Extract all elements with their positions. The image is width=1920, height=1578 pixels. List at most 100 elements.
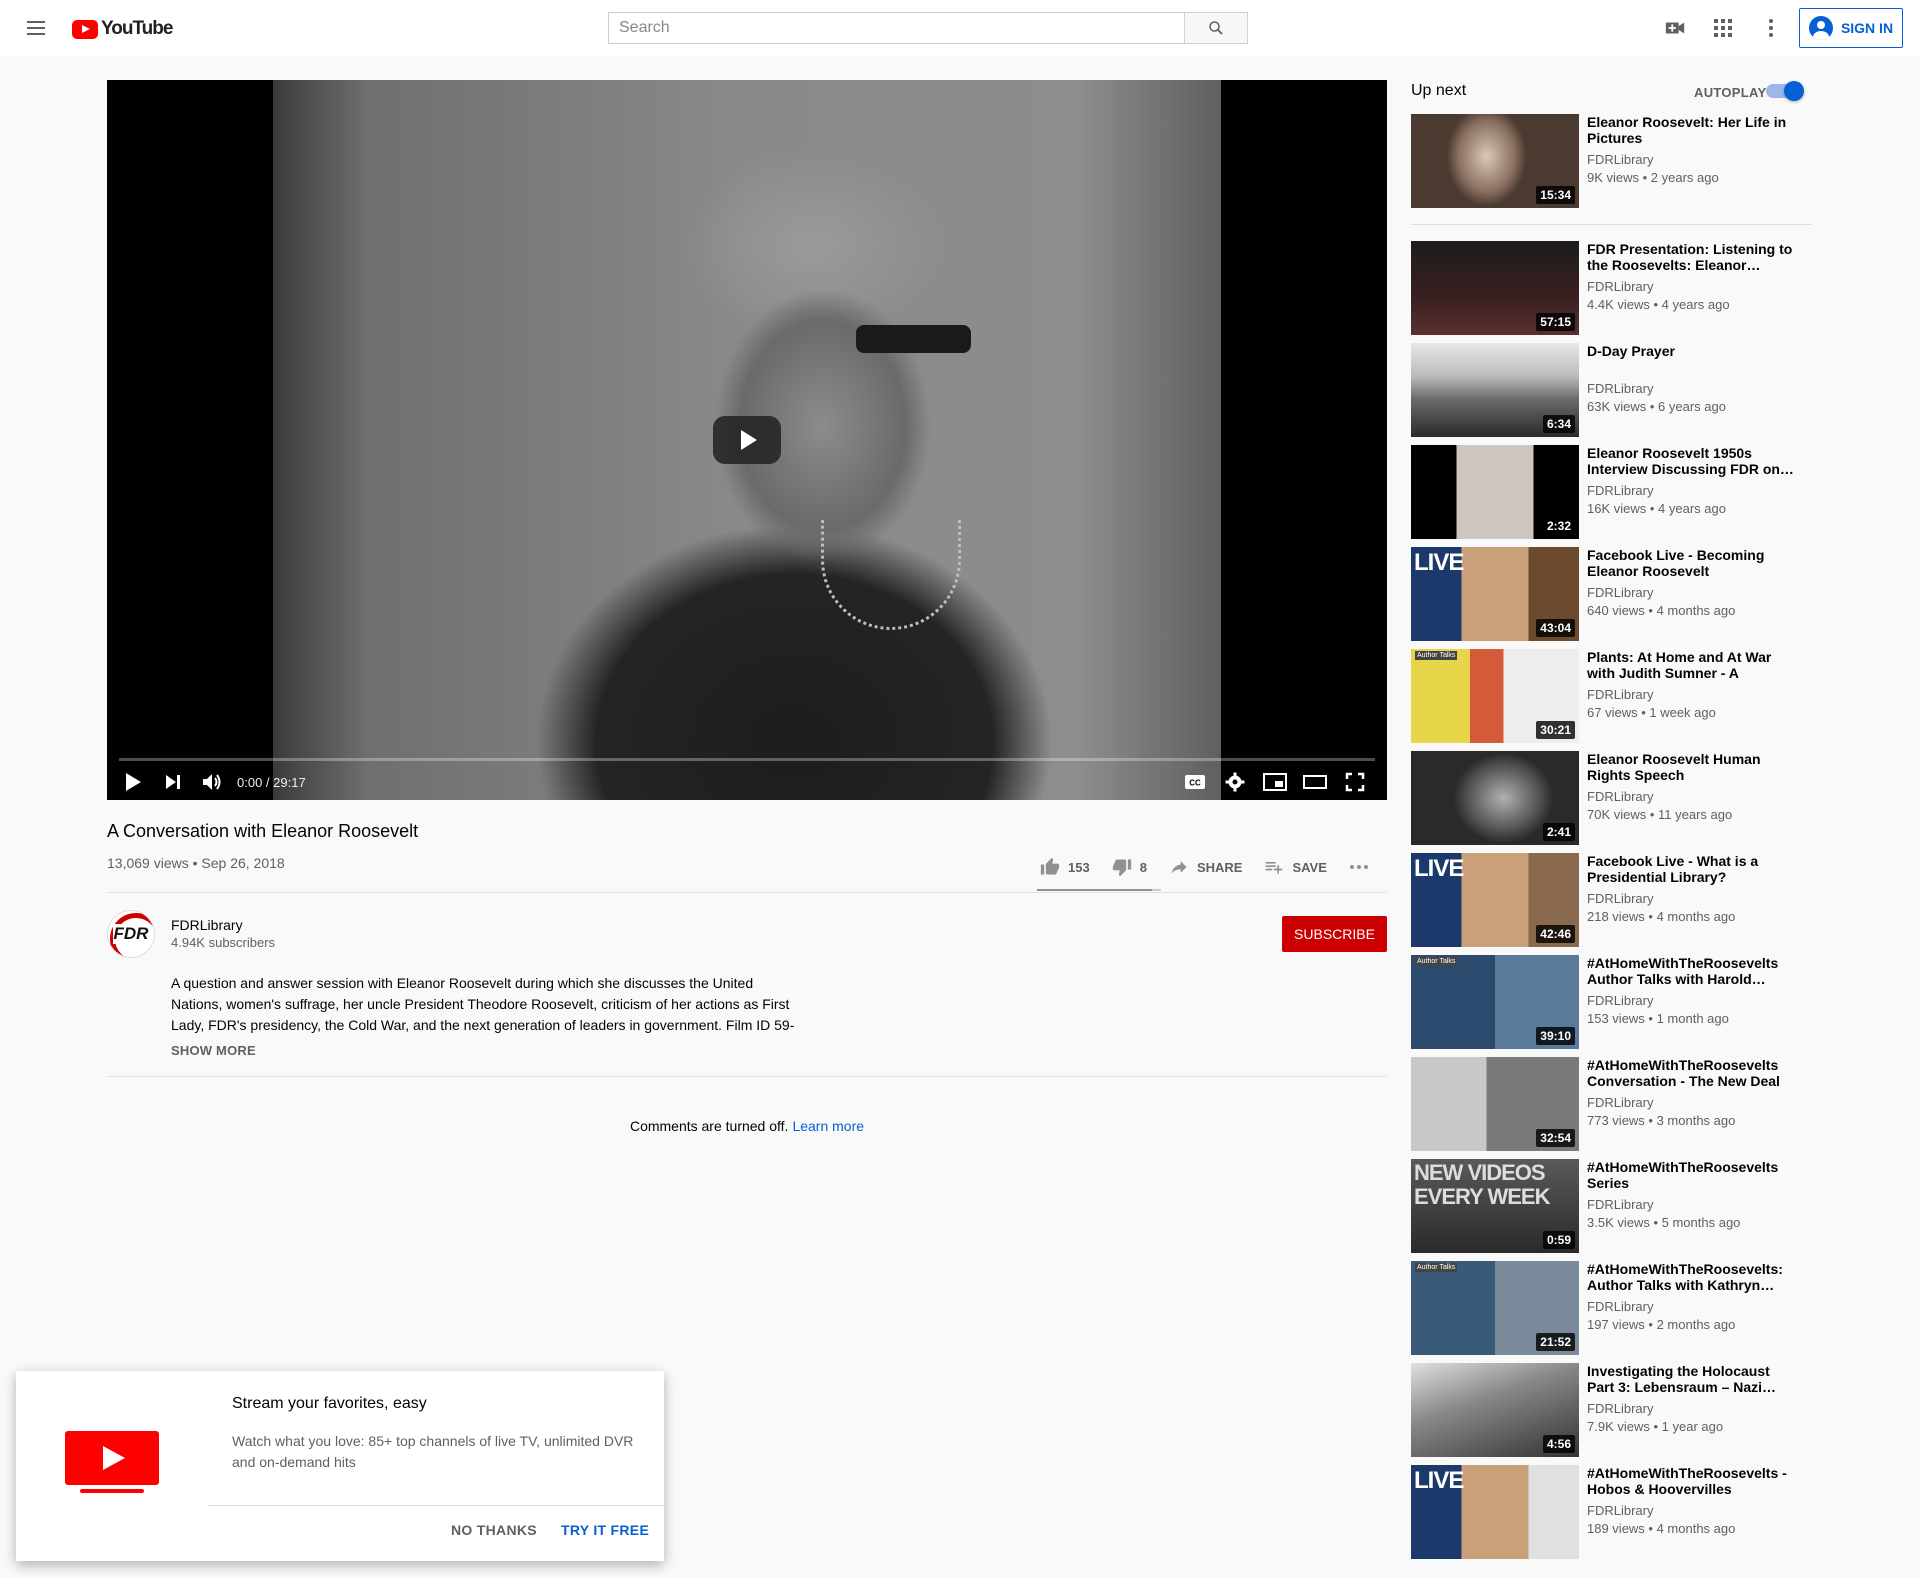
search-bar	[608, 12, 1248, 44]
related-video-item[interactable]: Author Talks 30:21 Plants: At Home and At …	[1411, 649, 1811, 743]
related-video-item[interactable]: Author Talks 21:52 #AtHomeWithTheRoosevelt…	[1411, 1261, 1811, 1355]
related-video-item[interactable]: 15:34 Eleanor Roosevelt: Her Life in Pict…	[1411, 114, 1811, 208]
try-free-button[interactable]: TRY IT FREE	[561, 1522, 649, 1538]
thumbnail-overlay-text: Author Talks	[1415, 1263, 1458, 1272]
related-video-item[interactable]: 4:56 Investigating the Holocaust Part 3: …	[1411, 1363, 1811, 1457]
related-video-title[interactable]: D-Day Prayer	[1587, 343, 1797, 359]
volume-icon[interactable]	[193, 764, 233, 800]
video-player[interactable]: 0:00 / 29:17 CC	[107, 80, 1387, 800]
apps-icon[interactable]	[1711, 16, 1735, 40]
settings-icon[interactable]	[1215, 764, 1255, 800]
miniplayer-icon[interactable]	[1255, 764, 1295, 800]
logo-text: YouTube	[101, 18, 173, 39]
video-thumbnail[interactable]: 15:34	[1411, 114, 1579, 208]
video-thumbnail[interactable]: 57:15	[1411, 241, 1579, 335]
account-icon	[1808, 16, 1833, 40]
search-input[interactable]	[608, 12, 1184, 44]
related-video-title[interactable]: #AtHomeWithTheRoosevelts Series	[1587, 1159, 1797, 1191]
video-duration: 32:54	[1536, 1129, 1575, 1147]
channel-avatar-text: FDR	[112, 924, 150, 944]
more-vert-icon[interactable]	[1759, 16, 1783, 40]
video-frame-detail	[856, 325, 971, 353]
video-actions: 153 8 SHARE SAVE	[1040, 853, 1391, 881]
related-video-title[interactable]: #AtHomeWithTheRoosevelts Conversation - …	[1587, 1057, 1797, 1089]
video-thumbnail[interactable]: 4:56	[1411, 1363, 1579, 1457]
video-thumbnail[interactable]: Author Talks 21:52	[1411, 1261, 1579, 1355]
search-button[interactable]	[1184, 12, 1248, 44]
thumbnail-overlay-text: LIVE	[1414, 549, 1464, 576]
related-video-title[interactable]: Eleanor Roosevelt 1950s Interview Discus…	[1587, 445, 1797, 477]
related-video-title[interactable]: Facebook Live - What is a Presidential L…	[1587, 853, 1797, 885]
related-video-title[interactable]: #AtHomeWithTheRoosevelts - Hobos & Hoove…	[1587, 1465, 1797, 1497]
related-video-channel: FDRLibrary	[1587, 483, 1654, 498]
fullscreen-icon[interactable]	[1335, 764, 1375, 800]
video-thumbnail[interactable]: 2:41	[1411, 751, 1579, 845]
video-duration: 6:34	[1542, 415, 1575, 433]
related-video-meta: 67 views • 1 week ago	[1587, 705, 1716, 720]
related-video-item[interactable]: LIVE 43:04 Facebook Live - Becoming Eleano…	[1411, 547, 1811, 641]
channel-avatar[interactable]: FDR	[107, 910, 155, 958]
video-thumbnail[interactable]: LIVE	[1411, 1465, 1579, 1559]
related-video-item[interactable]: 57:15 FDR Presentation: Listening to the …	[1411, 241, 1811, 335]
video-thumbnail[interactable]: 2:32	[1411, 445, 1579, 539]
like-button[interactable]: 153	[1040, 857, 1090, 877]
video-thumbnail[interactable]: NEW VIDEOS EVERY WEEK 0:59	[1411, 1159, 1579, 1253]
divider	[107, 892, 1387, 893]
save-label: SAVE	[1292, 859, 1327, 875]
related-video-item[interactable]: 6:34 D-Day Prayer FDRLibrary 63K views • 6 …	[1411, 343, 1811, 437]
menu-icon[interactable]	[24, 16, 48, 40]
share-button[interactable]: SHARE	[1169, 857, 1242, 877]
youtube-logo[interactable]: YouTube	[72, 18, 173, 40]
related-video-meta: 4.4K views • 4 years ago	[1587, 297, 1730, 312]
play-icon[interactable]	[113, 764, 153, 800]
related-video-item[interactable]: NEW VIDEOS EVERY WEEK 0:59 #AtHomeWithTheR…	[1411, 1159, 1811, 1253]
learn-more-link[interactable]: Learn more	[792, 1118, 864, 1134]
related-video-title[interactable]: FDR Presentation: Listening to the Roose…	[1587, 241, 1797, 273]
related-video-title[interactable]: Facebook Live - Becoming Eleanor Rooseve…	[1587, 547, 1797, 579]
theater-mode-icon[interactable]	[1295, 764, 1335, 800]
related-video-meta: 70K views • 11 years ago	[1587, 807, 1733, 822]
related-video-channel: FDRLibrary	[1587, 1197, 1654, 1212]
show-more-button[interactable]: SHOW MORE	[171, 1043, 256, 1058]
related-video-meta: 3.5K views • 5 months ago	[1587, 1215, 1741, 1230]
video-thumbnail[interactable]: LIVE 42:46	[1411, 853, 1579, 947]
video-thumbnail[interactable]: 6:34	[1411, 343, 1579, 437]
related-video-item[interactable]: Author Talks 39:10 #AtHomeWithTheRoosevelt…	[1411, 955, 1811, 1049]
related-video-title[interactable]: #AtHomeWithTheRoosevelts Author Talks wi…	[1587, 955, 1797, 987]
subscribe-button[interactable]: SUBSCRIBE	[1282, 916, 1387, 952]
progress-bar[interactable]	[119, 758, 1375, 761]
like-count: 153	[1068, 859, 1090, 875]
youtube-tv-icon	[65, 1431, 159, 1485]
video-thumbnail[interactable]: Author Talks 30:21	[1411, 649, 1579, 743]
autoplay-toggle[interactable]	[1766, 81, 1804, 101]
related-video-title[interactable]: Eleanor Roosevelt: Her Life in Pictures	[1587, 114, 1797, 146]
related-video-title[interactable]: #AtHomeWithTheRoosevelts: Author Talks w…	[1587, 1261, 1797, 1293]
video-thumbnail[interactable]: 32:54	[1411, 1057, 1579, 1151]
next-icon[interactable]	[153, 764, 193, 800]
related-video-title[interactable]: Eleanor Roosevelt Human Rights Speech	[1587, 751, 1797, 783]
video-thumbnail[interactable]: LIVE 43:04	[1411, 547, 1579, 641]
related-video-item[interactable]: LIVE 42:46 Facebook Live - What is a Presi…	[1411, 853, 1811, 947]
related-video-title[interactable]: Plants: At Home and At War with Judith S…	[1587, 649, 1797, 681]
sign-in-button[interactable]: SIGN IN	[1799, 8, 1903, 48]
related-video-item[interactable]: 2:41 Eleanor Roosevelt Human Rights Speec…	[1411, 751, 1811, 845]
related-video-item[interactable]: LIVE #AtHomeWithTheRoosevelts - Hobos & H…	[1411, 1465, 1811, 1559]
large-play-button[interactable]	[713, 416, 781, 464]
search-icon	[1209, 21, 1223, 35]
video-thumbnail[interactable]: Author Talks 39:10	[1411, 955, 1579, 1049]
save-button[interactable]: SAVE	[1264, 857, 1327, 877]
dislike-button[interactable]: 8	[1112, 857, 1147, 877]
related-video-title[interactable]: Investigating the Holocaust Part 3: Lebe…	[1587, 1363, 1797, 1395]
captions-icon[interactable]: CC	[1175, 764, 1215, 800]
related-video-channel: FDRLibrary	[1587, 1299, 1654, 1314]
player-controls: 0:00 / 29:17 CC	[107, 764, 1387, 800]
sentiment-bar	[1037, 889, 1161, 891]
related-video-item[interactable]: 32:54 #AtHomeWithTheRoosevelts Conversati…	[1411, 1057, 1811, 1151]
related-video-item[interactable]: 2:32 Eleanor Roosevelt 1950s Interview Di…	[1411, 445, 1811, 539]
video-duration: 0:59	[1542, 1231, 1575, 1249]
more-actions-button[interactable]	[1349, 864, 1369, 870]
no-thanks-button[interactable]: NO THANKS	[451, 1522, 537, 1538]
share-icon	[1171, 861, 1187, 874]
channel-name[interactable]: FDRLibrary	[171, 917, 243, 933]
create-video-icon[interactable]	[1663, 16, 1687, 40]
